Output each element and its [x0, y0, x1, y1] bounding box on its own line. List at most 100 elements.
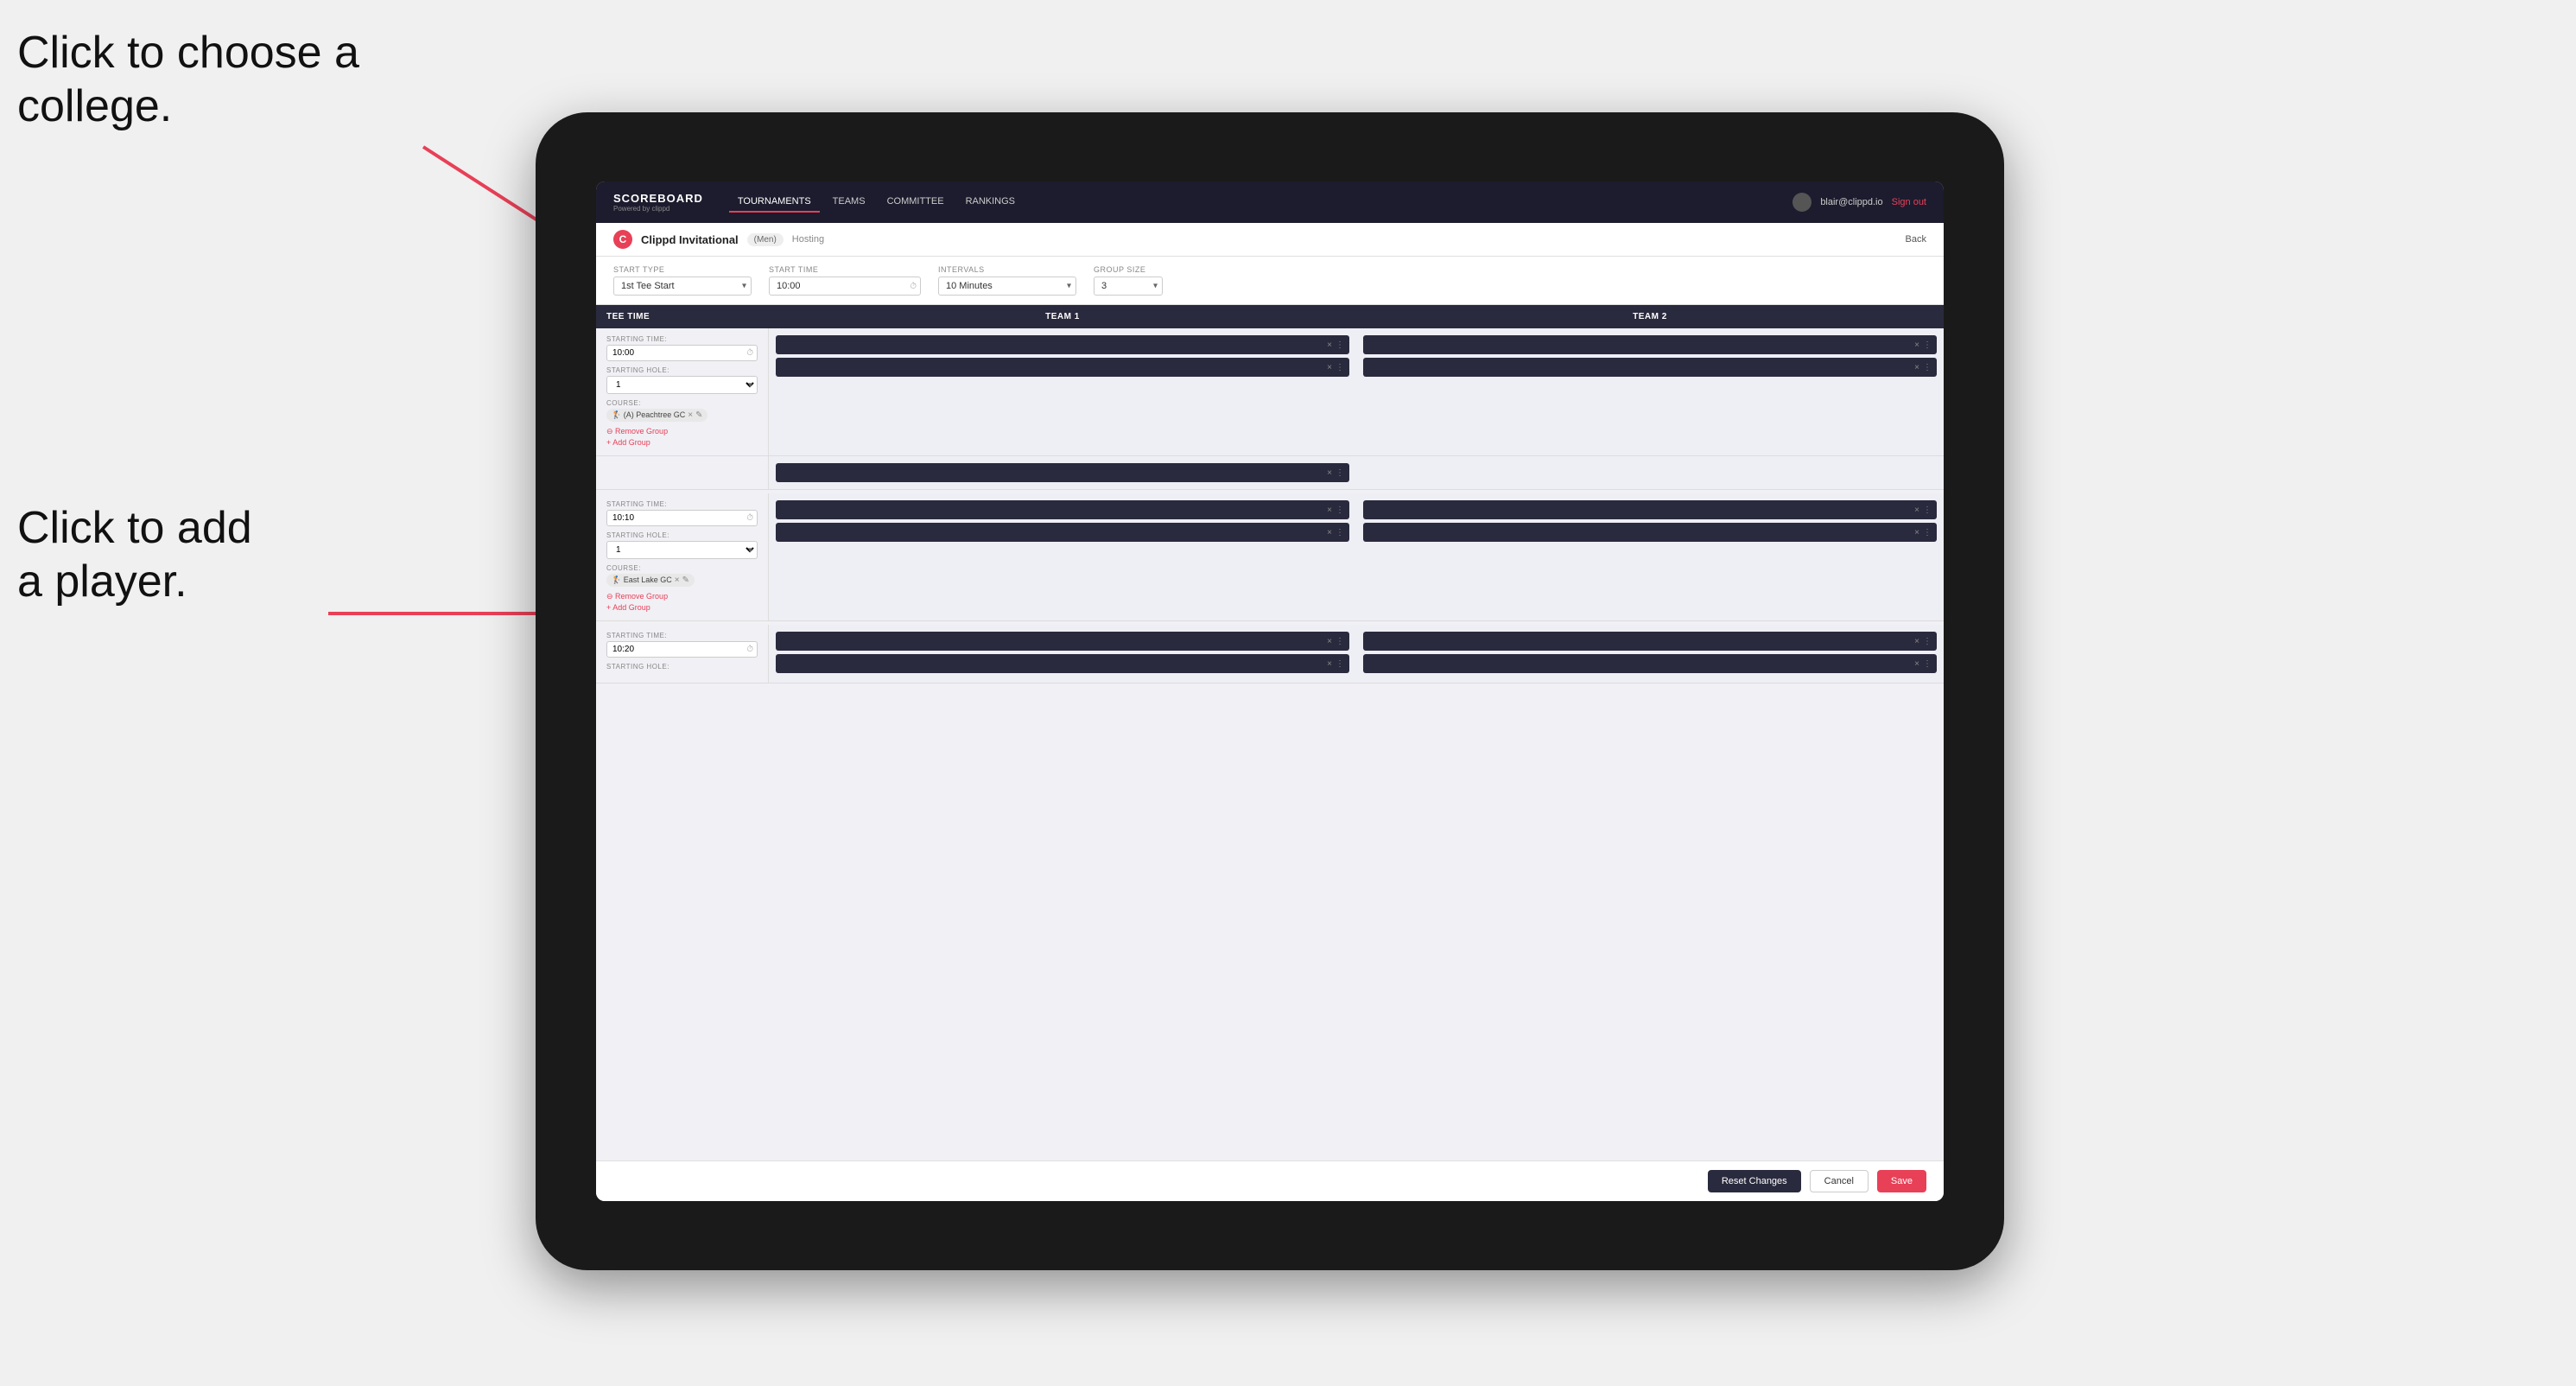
group-2-course-field: COURSE: 🏌 East Lake GC × ✎ — [606, 564, 758, 587]
starting-hole-wrapper-2: 1 — [606, 541, 758, 559]
table-header: Tee Time Team 1 Team 2 — [596, 305, 1944, 328]
group-2-starting-time-field: STARTING TIME: ⏱ — [606, 500, 758, 526]
save-button[interactable]: Save — [1877, 1170, 1926, 1192]
starting-time-label-3: STARTING TIME: — [606, 632, 758, 639]
team2-extra-1 — [1356, 456, 1944, 489]
player-chevron-btn[interactable]: ⋮ — [1923, 505, 1932, 515]
starting-time-input-1[interactable] — [606, 345, 758, 361]
player-slot-4-1[interactable]: × ⋮ — [1363, 500, 1937, 519]
player-x-btn[interactable]: × — [1914, 637, 1919, 646]
group-1-course-field: COURSE: 🏌 (A) Peachtree GC × ✎ — [606, 399, 758, 422]
empty-left — [596, 456, 769, 489]
add-group-link-2[interactable]: + Add Group — [606, 603, 758, 612]
player-chevron-btn[interactable]: ⋮ — [1336, 468, 1344, 478]
sign-out-link[interactable]: Sign out — [1892, 197, 1926, 207]
table-row: STARTING TIME: ⏱ STARTING HOLE: × ⋮ — [596, 625, 1944, 683]
course-edit-icon-2[interactable]: ✎ — [682, 575, 689, 585]
player-slot-3-2[interactable]: × ⋮ — [776, 523, 1349, 542]
player-chevron-btn[interactable]: ⋮ — [1336, 340, 1344, 350]
player-chevron-btn[interactable]: ⋮ — [1336, 505, 1344, 515]
course-label-1: COURSE: — [606, 399, 758, 407]
team2-col-3: × ⋮ × ⋮ — [1356, 625, 1944, 683]
nav-link-tournaments[interactable]: TOURNAMENTS — [729, 192, 820, 213]
player-x-btn[interactable]: × — [1327, 363, 1332, 372]
table-row: STARTING TIME: ⏱ STARTING HOLE: 1 — [596, 493, 1944, 621]
team1-col-2: × ⋮ × ⋮ — [769, 493, 1356, 620]
player-slot-2-1[interactable]: × ⋮ — [1363, 335, 1937, 354]
player-slot-5-1[interactable]: × ⋮ — [776, 632, 1349, 651]
remove-group-link-2[interactable]: ⊖ Remove Group — [606, 592, 758, 601]
group-2-starting-hole-field: STARTING HOLE: 1 — [606, 531, 758, 559]
remove-group-link-1[interactable]: ⊖ Remove Group — [606, 427, 758, 436]
nav-link-teams[interactable]: TEAMS — [824, 192, 874, 213]
player-x-btn[interactable]: × — [1327, 637, 1332, 646]
team2-col-2: × ⋮ × ⋮ — [1356, 493, 1944, 620]
player-slot-2-2[interactable]: × ⋮ — [1363, 358, 1937, 377]
player-x-btn[interactable]: × — [1914, 363, 1919, 372]
player-chevron-btn[interactable]: ⋮ — [1336, 659, 1344, 669]
player-slot-6-1[interactable]: × ⋮ — [1363, 632, 1937, 651]
player-chevron-btn[interactable]: ⋮ — [1923, 363, 1932, 372]
player-x-btn[interactable]: × — [1914, 659, 1919, 669]
player-chevron-btn[interactable]: ⋮ — [1923, 528, 1932, 537]
player-slot-4-2[interactable]: × ⋮ — [1363, 523, 1937, 542]
course-remove-icon-2[interactable]: × — [675, 575, 680, 585]
group-left-1: STARTING TIME: ⏱ STARTING HOLE: 1 — [596, 328, 769, 455]
nav-logo: SCOREBOARD Powered by clippd — [613, 192, 703, 213]
bottom-bar: Reset Changes Cancel Save — [596, 1160, 1944, 1201]
start-time-label: Start Time — [769, 265, 921, 274]
cancel-button[interactable]: Cancel — [1810, 1170, 1869, 1192]
col-team2: Team 2 — [1356, 305, 1944, 328]
starting-hole-select-2[interactable]: 1 — [606, 541, 758, 559]
clock-icon-3: ⏱ — [746, 645, 753, 654]
reset-changes-button[interactable]: Reset Changes — [1708, 1170, 1801, 1192]
player-x-btn[interactable]: × — [1327, 528, 1332, 537]
player-chevron-btn[interactable]: ⋮ — [1923, 340, 1932, 350]
player-chevron-btn[interactable]: ⋮ — [1336, 528, 1344, 537]
player-slot-3-1[interactable]: × ⋮ — [776, 500, 1349, 519]
starting-hole-select-1[interactable]: 1 — [606, 376, 758, 394]
start-type-select[interactable]: 1st Tee Start — [613, 277, 752, 296]
nav-link-rankings[interactable]: RANKINGS — [957, 192, 1024, 213]
player-chevron-btn[interactable]: ⋮ — [1336, 363, 1344, 372]
add-group-link-1[interactable]: + Add Group — [606, 438, 758, 447]
player-chevron-btn[interactable]: ⋮ — [1336, 637, 1344, 646]
starting-time-input-3[interactable] — [606, 641, 758, 658]
player-x-btn[interactable]: × — [1327, 659, 1332, 669]
group-size-select[interactable]: 3 — [1094, 277, 1163, 296]
player-x-btn[interactable]: × — [1327, 340, 1332, 350]
sub-header-left: C Clippd Invitational (Men) Hosting — [613, 230, 824, 249]
starting-time-input-2[interactable] — [606, 510, 758, 526]
player-x-btn[interactable]: × — [1914, 340, 1919, 350]
player-slot-extra-1[interactable]: × ⋮ — [776, 463, 1349, 482]
player-slot-6-2[interactable]: × ⋮ — [1363, 654, 1937, 673]
starting-time-wrapper-2: ⏱ — [606, 510, 758, 526]
back-button[interactable]: Back — [1906, 234, 1926, 245]
nav-logo-sub: Powered by clippd — [613, 205, 703, 213]
player-chevron-btn[interactable]: ⋮ — [1923, 637, 1932, 646]
player-chevron-btn[interactable]: ⋮ — [1923, 659, 1932, 669]
avatar — [1792, 193, 1811, 212]
col-team1: Team 1 — [769, 305, 1356, 328]
starting-hole-label-3: STARTING HOLE: — [606, 663, 758, 671]
intervals-select[interactable]: 10 Minutes — [938, 277, 1076, 296]
nav-link-committee[interactable]: COMMITTEE — [879, 192, 953, 213]
annotation-college: Click to choose a college. — [17, 26, 359, 134]
player-slot-5-2[interactable]: × ⋮ — [776, 654, 1349, 673]
course-remove-icon-1[interactable]: × — [688, 410, 693, 420]
player-slot-1-1[interactable]: × ⋮ — [776, 335, 1349, 354]
main-content: STARTING TIME: ⏱ STARTING HOLE: 1 — [596, 328, 1944, 1160]
tablet-frame: SCOREBOARD Powered by clippd TOURNAMENTS… — [536, 112, 2004, 1270]
player-x-btn[interactable]: × — [1914, 505, 1919, 515]
course-edit-icon-1[interactable]: ✎ — [695, 410, 702, 420]
course-tag-2[interactable]: 🏌 East Lake GC × ✎ — [606, 574, 695, 587]
start-type-label: Start Type — [613, 265, 752, 274]
player-x-btn[interactable]: × — [1327, 505, 1332, 515]
start-time-wrapper: ⏱ — [769, 277, 921, 296]
player-x-btn[interactable]: × — [1914, 528, 1919, 537]
course-tag-1[interactable]: 🏌 (A) Peachtree GC × ✎ — [606, 409, 707, 422]
player-x-btn[interactable]: × — [1327, 468, 1332, 478]
player-slot-1-2[interactable]: × ⋮ — [776, 358, 1349, 377]
start-time-input[interactable] — [769, 277, 921, 296]
start-type-wrapper: 1st Tee Start — [613, 277, 752, 296]
